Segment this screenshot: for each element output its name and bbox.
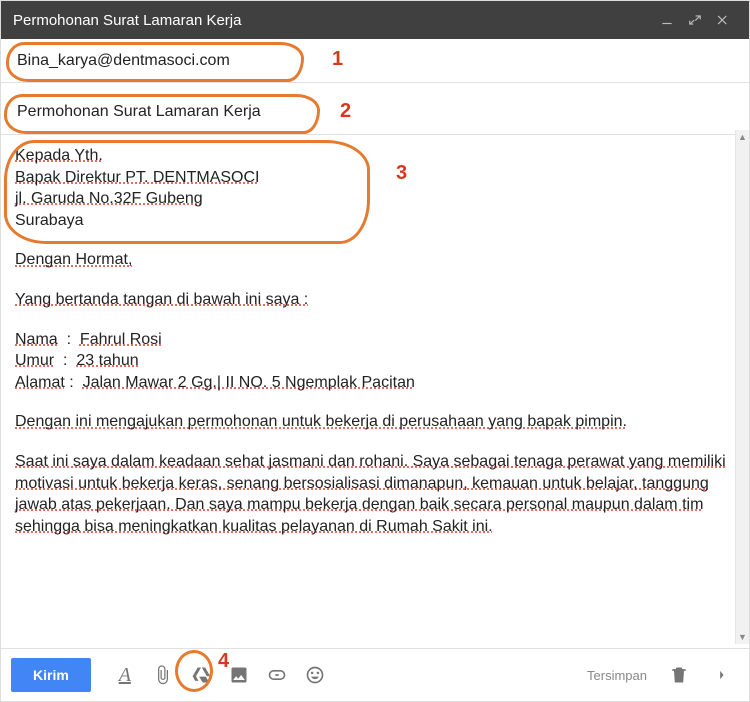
body-text: Umur xyxy=(15,352,54,369)
scroll-up-icon[interactable]: ▲ xyxy=(736,130,749,144)
link-icon[interactable] xyxy=(259,658,295,692)
toolbar: Kirim A Tersimpan xyxy=(1,649,749,701)
attach-icon[interactable] xyxy=(145,658,181,692)
body-text: 23 tahun xyxy=(76,352,138,369)
body-text: Surabaya xyxy=(15,212,84,229)
body-text: Jalan Mawar 2 Gg.| II NO. 5 Ngemplak Pac… xyxy=(83,374,415,391)
fullscreen-button[interactable] xyxy=(681,6,709,34)
more-icon[interactable] xyxy=(703,658,739,692)
window-title: Permohonan Surat Lamaran Kerja xyxy=(13,12,653,29)
subject-input[interactable] xyxy=(15,102,735,122)
to-input[interactable] xyxy=(15,51,735,71)
body-text: Dengan ini mengajukan permohonan untuk b… xyxy=(15,413,627,430)
saved-label: Tersimpan xyxy=(587,668,647,683)
send-button[interactable]: Kirim xyxy=(11,658,91,692)
body-editor[interactable]: Kepada Yth. Bapak Direktur PT. DENTMASOC… xyxy=(1,135,749,648)
subject-row[interactable] xyxy=(1,89,749,135)
body-text: Bapak Direktur PT. DENTMASOCI xyxy=(15,169,260,186)
body-text: jl. Garuda No.32F Gubeng xyxy=(15,190,203,207)
body-text: Dengan Hormat, xyxy=(15,251,132,268)
scrollbar[interactable]: ▲ ▼ xyxy=(735,130,749,644)
to-row[interactable] xyxy=(1,39,749,83)
body-text: Nama xyxy=(15,331,58,348)
minimize-button[interactable] xyxy=(653,6,681,34)
drive-icon[interactable] xyxy=(183,658,219,692)
body-text: Yang bertanda tangan di bawah ini saya : xyxy=(15,291,308,308)
close-button[interactable] xyxy=(709,6,737,34)
emoji-icon[interactable] xyxy=(297,658,333,692)
body-text: Saat ini saya dalam keadaan sehat jasman… xyxy=(15,453,726,535)
format-icon[interactable]: A xyxy=(107,658,143,692)
compose-window: Permohonan Surat Lamaran Kerja Kepada Yt… xyxy=(0,0,750,702)
photo-icon[interactable] xyxy=(221,658,257,692)
titlebar: Permohonan Surat Lamaran Kerja xyxy=(1,1,749,39)
trash-icon[interactable] xyxy=(661,658,697,692)
body-text: Kepada Yth. xyxy=(15,147,103,164)
body-text: Fahrul Rosi xyxy=(80,331,162,348)
body-text: Alamat xyxy=(15,374,65,391)
scroll-down-icon[interactable]: ▼ xyxy=(736,630,749,644)
